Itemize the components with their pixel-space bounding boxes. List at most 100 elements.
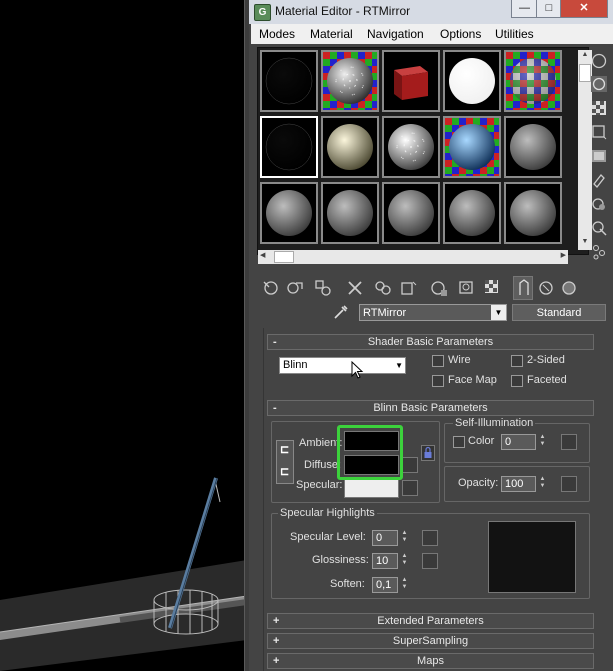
spinner-arrows-icon[interactable]: ▲ ▼ [400,553,409,569]
sample-slot[interactable] [443,116,501,178]
sample-slots: ▲ ▼ [257,47,592,255]
lock-icon[interactable] [421,445,435,461]
slots-horizontal-scrollbar[interactable]: ◀ ▶ [258,250,568,264]
menu-material[interactable]: Material [310,27,353,41]
sample-slot[interactable] [321,50,379,112]
hscroll-thumb[interactable] [274,251,294,263]
wire-label: Wire [448,354,471,366]
material-sphere-icon [506,52,560,110]
opacity-map-button[interactable] [561,476,577,492]
menu-utilities[interactable]: Utilities [495,27,534,41]
material-type-button[interactable]: Standard [512,304,606,321]
menu-navigation[interactable]: Navigation [367,27,424,41]
go-to-parent-button[interactable] [513,276,533,300]
sample-slot[interactable] [504,50,562,112]
menu-options[interactable]: Options [440,27,481,41]
self-illum-spinner[interactable]: 0 [501,434,536,450]
video-color-check-icon[interactable] [591,148,607,164]
sample-slot[interactable] [260,50,318,112]
rollout-shader-basic-parameters[interactable]: - Shader Basic Parameters [267,334,594,350]
opacity-spinner[interactable]: 100 [501,476,536,492]
rollout-maps[interactable]: + Maps [267,653,594,669]
maximize-button[interactable]: □ [536,0,562,18]
diffuse-map-button[interactable] [402,457,418,473]
material-sphere-icon [262,52,316,110]
specular-color-swatch[interactable] [344,479,399,498]
title-bar[interactable]: G Material Editor - RTMirror — □ ✕ [249,0,613,24]
two-sided-checkbox[interactable] [511,355,523,367]
scroll-right-icon[interactable]: ▶ [561,251,566,259]
background-sphere-icon[interactable] [559,278,579,298]
scroll-left-icon[interactable]: ◀ [260,251,265,259]
material-sphere-icon [262,118,316,176]
sample-slot[interactable] [321,116,379,178]
put-to-library-icon[interactable] [399,278,419,298]
specular-level-spinner[interactable]: 0 [372,530,398,546]
background-checker-icon[interactable] [591,100,607,116]
wire-checkbox[interactable] [432,355,444,367]
show-map-in-viewport-icon[interactable] [457,278,477,298]
make-preview-icon[interactable] [591,172,607,188]
sample-slot[interactable] [443,182,501,244]
specular-level-map-button[interactable] [422,530,438,546]
put-to-scene-icon[interactable] [285,278,305,298]
viewport[interactable] [0,0,247,671]
select-by-material-icon[interactable] [591,220,607,236]
spinner-arrows-icon[interactable]: ▲ ▼ [538,434,547,450]
spinner-arrows-icon[interactable]: ▲ ▼ [538,476,547,492]
shader-type-dropdown[interactable]: Blinn ▼ [279,357,406,374]
sample-slot[interactable] [504,116,562,178]
sample-type-sphere-icon[interactable] [591,53,607,69]
sample-slot[interactable] [443,50,501,112]
lock-ambient-diffuse-button[interactable]: ⊏ ⊏ [276,440,294,484]
sample-slot[interactable] [504,182,562,244]
sample-slot[interactable] [382,116,440,178]
chevron-down-icon[interactable]: ▼ [491,305,506,320]
get-material-icon[interactable] [261,278,281,298]
options-icon[interactable] [591,196,607,212]
sample-slot[interactable] [321,182,379,244]
self-illumination-title: Self-Illumination [453,417,536,429]
assign-to-selection-icon[interactable] [313,278,333,298]
reset-map-icon[interactable] [345,278,365,298]
opacity-value: 100 [505,478,524,490]
material-id-channel-icon[interactable] [429,278,449,298]
glossiness-map-button[interactable] [422,553,438,569]
face-map-checkbox[interactable] [432,375,444,387]
material-toolbar [257,276,603,300]
material-map-navigator-icon[interactable] [591,244,607,260]
rollout-blinn-basic-parameters[interactable]: - Blinn Basic Parameters [267,400,594,416]
sample-slot[interactable] [260,116,318,178]
spinner-arrows-icon[interactable]: ▲ ▼ [400,577,409,593]
spinner-arrows-icon[interactable]: ▲ ▼ [400,530,409,546]
make-unique-icon[interactable] [373,278,393,298]
shader-type-value: Blinn [283,359,308,371]
highlight-curve-preview [488,521,576,593]
soften-spinner[interactable]: 0,1 [372,577,398,593]
material-name-field[interactable]: RTMirror ▼ [359,304,507,321]
rollout-extended-parameters[interactable]: + Extended Parameters [267,613,594,629]
self-illum-color-checkbox[interactable] [453,436,465,448]
glossiness-spinner[interactable]: 10 [372,553,398,569]
rollout-supersampling[interactable]: + SuperSampling [267,633,594,649]
faceted-checkbox[interactable] [511,375,523,387]
material-sphere-icon [384,52,438,110]
close-button[interactable]: ✕ [560,0,608,18]
material-name-row: RTMirror ▼ Standard [331,302,611,324]
backlight-icon[interactable] [591,76,607,92]
menu-modes[interactable]: Modes [259,27,295,41]
sample-slot[interactable] [382,182,440,244]
sample-uv-tiling-icon[interactable] [591,124,607,140]
sample-slot[interactable] [382,50,440,112]
eyedropper-icon[interactable] [333,304,349,320]
specular-label: Specular: [296,479,343,491]
self-illum-map-button[interactable] [561,434,577,450]
show-end-result-icon[interactable] [483,278,503,298]
material-editor-window: G Material Editor - RTMirror — □ ✕ Modes… [249,0,613,671]
minimize-button[interactable]: — [511,0,538,18]
two-sided-label: 2-Sided [527,354,565,366]
sample-slot[interactable] [260,182,318,244]
go-forward-sibling-icon[interactable] [536,278,556,298]
specular-map-button[interactable] [402,480,418,496]
specular-highlights-title: Specular Highlights [278,507,377,519]
